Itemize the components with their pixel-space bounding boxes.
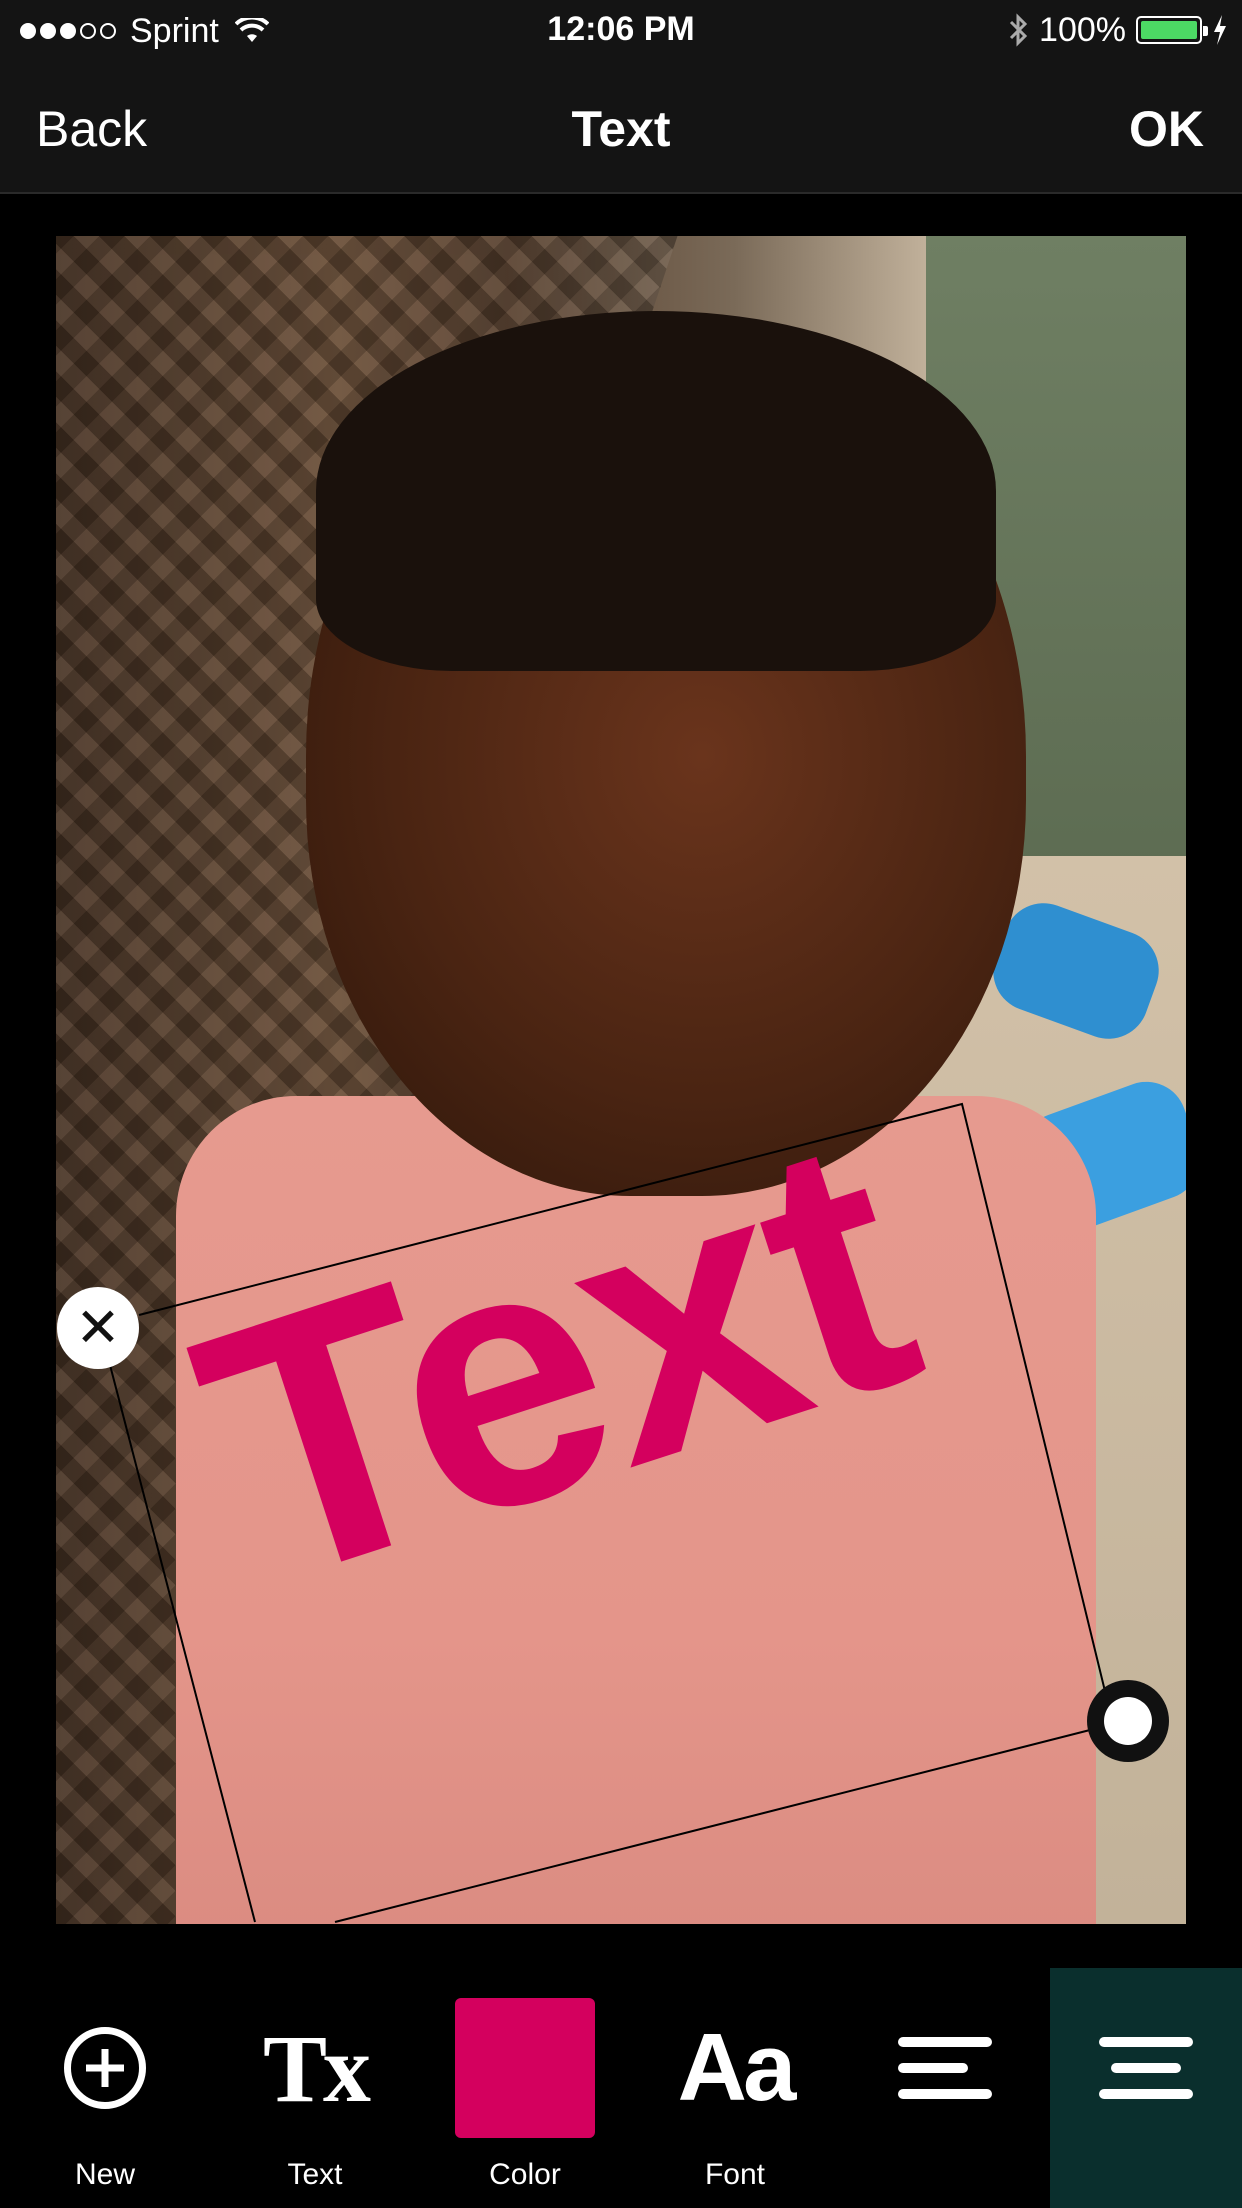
battery-icon	[1136, 16, 1208, 44]
font-tool-button[interactable]: Aa Font	[630, 1968, 840, 2208]
charging-icon	[1214, 15, 1226, 45]
text-style-icon: Tx	[262, 2014, 371, 2122]
align-left-button[interactable]	[840, 1968, 1050, 2208]
photo-canvas[interactable]	[56, 236, 1186, 1924]
handle-icon	[1104, 1697, 1152, 1745]
bluetooth-icon	[1009, 13, 1028, 47]
resize-rotate-handle[interactable]	[1087, 1680, 1169, 1762]
navigation-bar: Back Text OK	[0, 62, 1242, 194]
ok-button[interactable]: OK	[1129, 100, 1204, 158]
align-left-icon	[898, 2037, 992, 2099]
align-center-button[interactable]	[1050, 1968, 1242, 2208]
new-tool-button[interactable]: New	[0, 1968, 210, 2208]
delete-text-button[interactable]: ✕	[57, 1287, 139, 1369]
tool-label: New	[74, 2158, 135, 2191]
close-icon: ✕	[75, 1298, 121, 1358]
color-tool-button[interactable]: Color	[420, 1968, 630, 2208]
align-center-icon	[1099, 2037, 1193, 2099]
photo-hair	[316, 311, 996, 671]
tool-label: Color	[489, 2158, 561, 2191]
status-bar: Sprint 12:06 PM 100%	[0, 0, 1242, 62]
color-swatch-icon	[455, 1998, 595, 2138]
font-icon: Aa	[677, 2014, 797, 2121]
tool-label: Font	[704, 2158, 766, 2191]
battery-percent: 100%	[1039, 10, 1126, 49]
text-tool-button[interactable]: Tx Text	[210, 1968, 420, 2208]
status-right: 100%	[1007, 8, 1228, 52]
plus-circle-icon	[64, 2027, 146, 2109]
tool-label: Text	[287, 2158, 343, 2191]
page-title: Text	[571, 101, 671, 157]
editor-toolbar: New Tx Text Color Aa Font	[0, 1968, 1242, 2208]
